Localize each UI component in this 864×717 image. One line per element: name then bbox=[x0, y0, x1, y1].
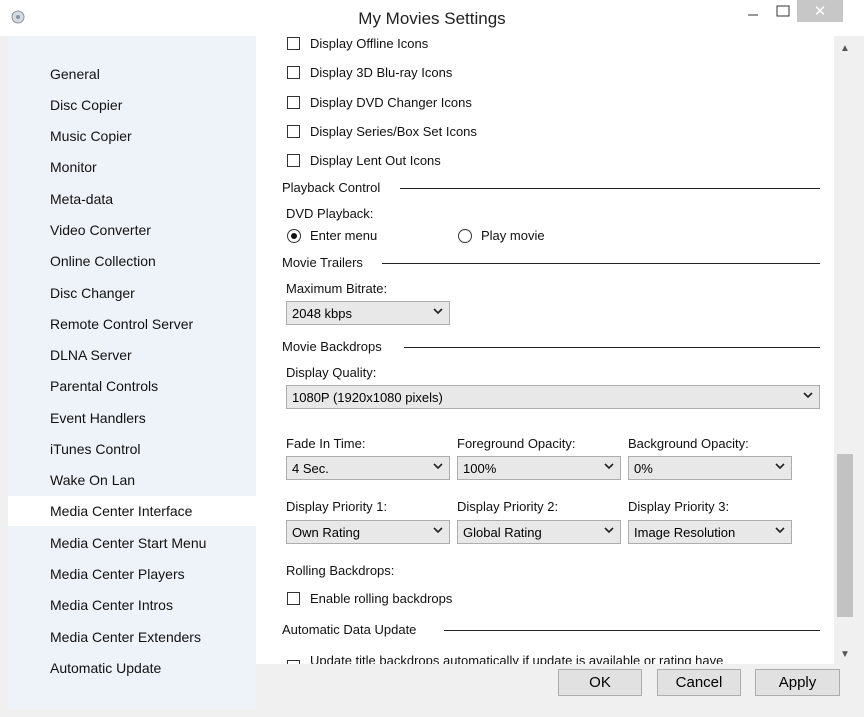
update-backdrops-checkbox[interactable] bbox=[287, 660, 300, 664]
scroll-down-icon[interactable]: ▼ bbox=[834, 646, 856, 664]
display-quality-label: Display Quality: bbox=[286, 365, 377, 380]
sidebar-item-automatic-update[interactable]: Automatic Update bbox=[8, 653, 256, 683]
close-icon: ✕ bbox=[813, 3, 827, 20]
dvd-changer-icons-checkbox[interactable] bbox=[287, 96, 300, 109]
scroll-up-icon[interactable]: ▲ bbox=[834, 40, 856, 58]
sidebar-item-event-handlers[interactable]: Event Handlers bbox=[8, 403, 256, 433]
sidebar-item-media-center-start-menu[interactable]: Media Center Start Menu bbox=[8, 528, 256, 558]
dvd-playback-label: DVD Playback: bbox=[286, 206, 374, 221]
display-priority-1-value: Own Rating bbox=[292, 525, 360, 540]
series-boxset-icons-checkbox[interactable] bbox=[287, 125, 300, 138]
fade-in-time-value: 4 Sec. bbox=[292, 461, 329, 476]
display-priority-3-value: Image Resolution bbox=[634, 525, 736, 540]
chevron-down-icon bbox=[433, 463, 443, 470]
foreground-opacity-select[interactable]: 100% bbox=[457, 456, 621, 480]
chevron-down-icon bbox=[433, 527, 443, 534]
settings-content: Display Offline Icons Display 3D Blu-ray… bbox=[256, 36, 834, 664]
minimize-icon bbox=[748, 14, 758, 16]
apply-button[interactable]: Apply bbox=[755, 669, 840, 696]
sidebar-item-dlna-server[interactable]: DLNA Server bbox=[8, 340, 256, 370]
section-title: Automatic Data Update bbox=[282, 622, 417, 637]
3d-bluray-icons-label: Display 3D Blu-ray Icons bbox=[310, 65, 453, 80]
chevron-down-icon bbox=[775, 527, 785, 534]
minimize-button[interactable] bbox=[740, 0, 766, 22]
fade-in-time-select[interactable]: 4 Sec. bbox=[286, 456, 450, 480]
sidebar-item-itunes-control[interactable]: iTunes Control bbox=[8, 434, 256, 464]
display-priority-2-value: Global Rating bbox=[463, 525, 542, 540]
bitrate-value: 2048 kbps bbox=[292, 306, 352, 321]
sidebar-item-disc-changer[interactable]: Disc Changer bbox=[8, 278, 256, 308]
section-title: Movie Backdrops bbox=[282, 339, 382, 354]
display-quality-value: 1080P (1920x1080 pixels) bbox=[292, 390, 443, 405]
window-title: My Movies Settings bbox=[358, 9, 506, 28]
sidebar-item-monitor[interactable]: Monitor bbox=[8, 152, 256, 182]
enable-rolling-backdrops-checkbox[interactable] bbox=[287, 592, 300, 605]
sidebar-item-wake-on-lan[interactable]: Wake On Lan bbox=[8, 465, 256, 495]
chevron-down-icon bbox=[604, 463, 614, 470]
background-opacity-select[interactable]: 0% bbox=[628, 456, 792, 480]
sidebar-item-meta-data[interactable]: Meta-data bbox=[8, 184, 256, 214]
section-title: Playback Control bbox=[282, 180, 381, 195]
sidebar-item-remote-control-server[interactable]: Remote Control Server bbox=[8, 309, 256, 339]
display-quality-select[interactable]: 1080P (1920x1080 pixels) bbox=[286, 385, 820, 409]
sidebar-item-general[interactable]: General bbox=[8, 59, 256, 89]
dvd-changer-icons-label: Display DVD Changer Icons bbox=[310, 95, 472, 110]
sidebar-item-online-collection[interactable]: Online Collection bbox=[8, 246, 256, 276]
display-priority-2-select[interactable]: Global Rating bbox=[457, 520, 621, 544]
sidebar-item-media-center-interface[interactable]: Media Center Interface bbox=[8, 496, 256, 526]
sidebar-item-media-center-players[interactable]: Media Center Players bbox=[8, 559, 256, 589]
sidebar-item-disc-copier[interactable]: Disc Copier bbox=[8, 90, 256, 120]
settings-sidebar: General Disc Copier Music Copier Monitor… bbox=[8, 36, 256, 709]
play-movie-radio[interactable] bbox=[458, 229, 472, 243]
sidebar-item-video-converter[interactable]: Video Converter bbox=[8, 215, 256, 245]
content-scrollbar[interactable]: ▲ ▼ bbox=[834, 36, 856, 664]
offline-icons-checkbox[interactable] bbox=[287, 37, 300, 50]
background-opacity-label: Background Opacity: bbox=[628, 436, 749, 451]
update-backdrops-label: Update title backdrops automatically if … bbox=[310, 653, 724, 664]
display-priority-1-label: Display Priority 1: bbox=[286, 499, 388, 514]
display-priority-3-select[interactable]: Image Resolution bbox=[628, 520, 792, 544]
maximum-bitrate-label: Maximum Bitrate: bbox=[286, 281, 388, 296]
enable-rolling-backdrops-label: Enable rolling backdrops bbox=[310, 591, 453, 606]
display-priority-1-select[interactable]: Own Rating bbox=[286, 520, 450, 544]
lent-out-icons-checkbox[interactable] bbox=[287, 154, 300, 167]
series-boxset-icons-label: Display Series/Box Set Icons bbox=[310, 124, 477, 139]
scrollbar-thumb[interactable] bbox=[837, 454, 853, 617]
title-bar: My Movies Settings ✕ bbox=[0, 0, 864, 36]
chevron-down-icon bbox=[433, 308, 443, 315]
section-title: Movie Trailers bbox=[282, 255, 363, 270]
bitrate-select[interactable]: 2048 kbps bbox=[286, 301, 450, 325]
lent-out-icons-label: Display Lent Out Icons bbox=[310, 153, 441, 168]
background-opacity-value: 0% bbox=[634, 461, 653, 476]
automatic-data-update-section: Automatic Data Update bbox=[282, 622, 820, 638]
enter-menu-label: Enter menu bbox=[310, 228, 378, 243]
foreground-opacity-label: Foreground Opacity: bbox=[457, 436, 576, 451]
cancel-button[interactable]: Cancel bbox=[657, 669, 741, 696]
fade-in-time-label: Fade In Time: bbox=[286, 436, 366, 451]
foreground-opacity-value: 100% bbox=[463, 461, 497, 476]
ok-button[interactable]: OK bbox=[558, 669, 642, 696]
close-button[interactable]: ✕ bbox=[797, 0, 843, 22]
display-priority-2-label: Display Priority 2: bbox=[457, 499, 559, 514]
maximize-button[interactable] bbox=[770, 0, 796, 22]
chevron-down-icon bbox=[775, 463, 785, 470]
play-movie-label: Play movie bbox=[481, 228, 545, 243]
3d-bluray-icons-checkbox[interactable] bbox=[287, 66, 300, 79]
sidebar-item-music-copier[interactable]: Music Copier bbox=[8, 121, 256, 151]
movie-trailers-section: Movie Trailers bbox=[282, 255, 820, 271]
chevron-down-icon bbox=[604, 527, 614, 534]
sidebar-item-media-center-extenders[interactable]: Media Center Extenders bbox=[8, 622, 256, 652]
maximize-icon bbox=[776, 5, 790, 17]
display-priority-3-label: Display Priority 3: bbox=[628, 499, 730, 514]
offline-icons-label: Display Offline Icons bbox=[310, 36, 429, 51]
playback-control-section: Playback Control bbox=[282, 180, 820, 196]
movie-backdrops-section: Movie Backdrops bbox=[282, 339, 820, 355]
rolling-backdrops-label: Rolling Backdrops: bbox=[286, 563, 395, 578]
enter-menu-radio[interactable] bbox=[287, 229, 301, 243]
sidebar-item-parental-controls[interactable]: Parental Controls bbox=[8, 371, 256, 401]
chevron-down-icon bbox=[803, 392, 813, 399]
sidebar-item-media-center-intros[interactable]: Media Center Intros bbox=[8, 590, 256, 620]
